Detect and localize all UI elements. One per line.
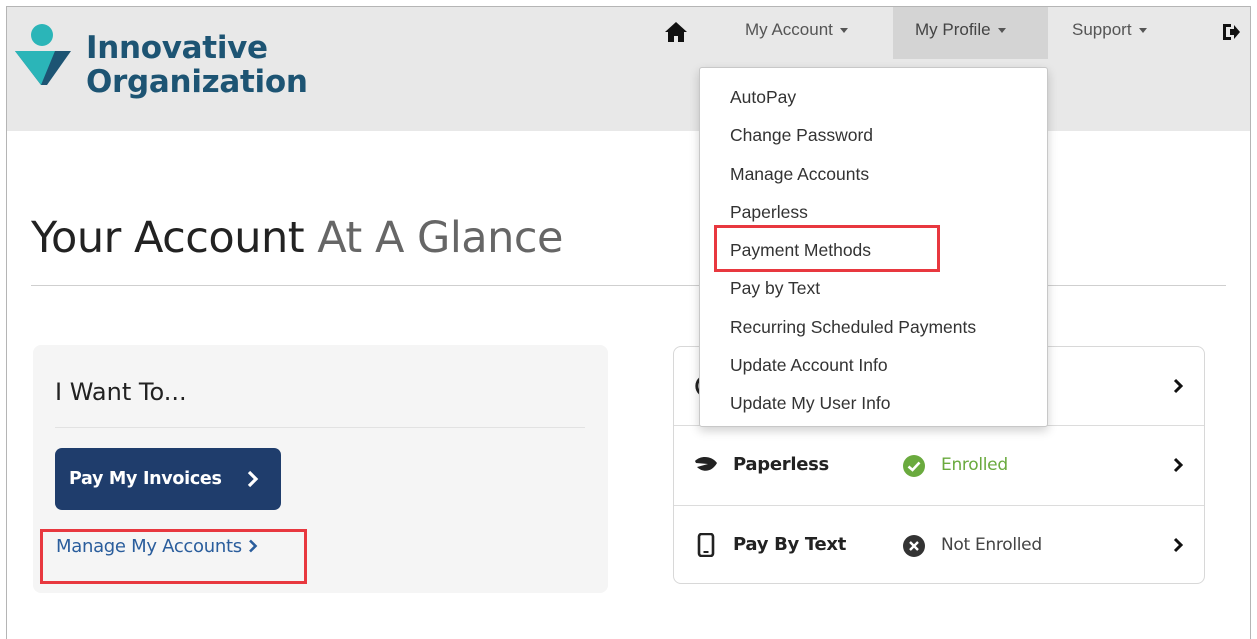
nav-support[interactable]: Support bbox=[1072, 7, 1147, 59]
home-icon[interactable] bbox=[664, 21, 688, 43]
page-title-light: At A Glance bbox=[317, 213, 564, 263]
logo-mark-icon bbox=[15, 24, 71, 85]
menu-item-update-my-user-info[interactable]: Update My User Info bbox=[700, 386, 1047, 424]
chevron-right-icon bbox=[1173, 378, 1184, 394]
page-title: Your Account At A Glance bbox=[31, 212, 564, 264]
nav-my-profile-label: My Profile bbox=[915, 20, 991, 39]
app-window: Innovative Organization My Account My Pr… bbox=[6, 6, 1251, 639]
menu-item-payment-methods[interactable]: Payment Methods bbox=[700, 233, 1047, 271]
caret-down-icon bbox=[1138, 28, 1147, 34]
nav-my-account[interactable]: My Account bbox=[745, 7, 848, 59]
menu-item-pay-by-text[interactable]: Pay by Text bbox=[700, 271, 1047, 309]
menu-item-paperless[interactable]: Paperless bbox=[700, 195, 1047, 233]
menu-item-autopay[interactable]: AutoPay bbox=[700, 80, 1047, 118]
menu-item-recurring-scheduled-payments[interactable]: Recurring Scheduled Payments bbox=[700, 310, 1047, 348]
paperless-status: Enrolled bbox=[941, 455, 1008, 475]
nav-my-profile[interactable]: My Profile bbox=[893, 7, 1048, 59]
pay-my-invoices-label: Pay My Invoices bbox=[69, 469, 222, 489]
nav-support-label: Support bbox=[1072, 20, 1132, 39]
check-circle-icon bbox=[903, 455, 925, 477]
menu-item-manage-accounts[interactable]: Manage Accounts bbox=[700, 157, 1047, 195]
menu-item-update-account-info[interactable]: Update Account Info bbox=[700, 348, 1047, 386]
logo-line-1: Innovative bbox=[86, 30, 268, 66]
site-header: Innovative Organization My Account My Pr… bbox=[7, 7, 1250, 131]
page-title-bold: Your Account bbox=[31, 213, 305, 263]
i-want-to-panel: I Want To... Pay My Invoices Manage My A… bbox=[33, 345, 608, 593]
nav-my-account-label: My Account bbox=[745, 20, 833, 39]
chevron-right-icon bbox=[1173, 457, 1184, 473]
manage-my-accounts-link[interactable]: Manage My Accounts bbox=[56, 536, 258, 557]
pay-by-text-label: Pay By Text bbox=[733, 534, 847, 555]
pay-my-invoices-button[interactable]: Pay My Invoices bbox=[55, 448, 281, 510]
pay-by-text-status: Not Enrolled bbox=[941, 535, 1042, 555]
status-row-pay-by-text[interactable]: Pay By Text Not Enrolled bbox=[674, 505, 1204, 585]
leaf-icon bbox=[695, 457, 717, 471]
status-row-paperless[interactable]: Paperless Enrolled bbox=[674, 425, 1204, 505]
chevron-right-icon bbox=[1173, 537, 1184, 553]
x-circle-icon bbox=[903, 535, 925, 557]
caret-down-icon bbox=[997, 28, 1006, 34]
manage-my-accounts-label: Manage My Accounts bbox=[56, 536, 242, 557]
profile-dropdown-menu: AutoPay Change Password Manage Accounts … bbox=[699, 67, 1048, 427]
paperless-label: Paperless bbox=[733, 454, 829, 475]
logo[interactable]: Innovative Organization bbox=[11, 19, 321, 99]
i-want-to-heading: I Want To... bbox=[55, 378, 187, 406]
chevron-right-icon bbox=[248, 539, 258, 553]
mobile-phone-icon bbox=[697, 533, 715, 557]
i-want-to-divider bbox=[55, 427, 585, 428]
sign-out-icon[interactable] bbox=[1221, 22, 1241, 42]
caret-down-icon bbox=[839, 28, 848, 34]
chevron-right-icon bbox=[247, 470, 259, 488]
logo-text: Innovative Organization bbox=[86, 31, 308, 99]
logo-line-2: Organization bbox=[86, 64, 308, 100]
menu-item-change-password[interactable]: Change Password bbox=[700, 118, 1047, 156]
